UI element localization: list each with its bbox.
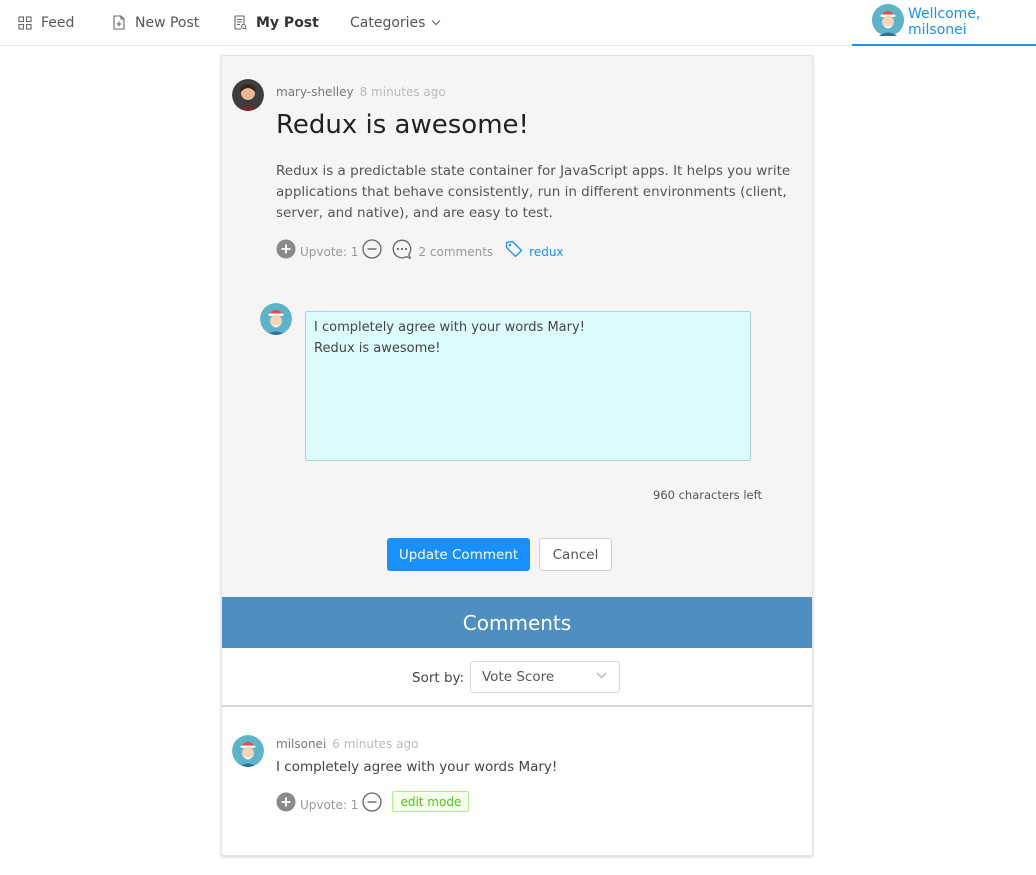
edit-mode-badge: edit mode [392, 791, 470, 812]
top-nav: Feed New Post My Post Categories Wellcom… [0, 0, 1036, 46]
sort-select[interactable]: Vote Score [470, 661, 620, 693]
comment-avatar [232, 735, 264, 767]
comment-time: 6 minutes ago [332, 737, 419, 751]
minus-circle-icon[interactable] [362, 791, 383, 812]
post-body: Redux is a predictable state container f… [276, 163, 791, 221]
nav-my-post[interactable]: My Post [233, 0, 319, 45]
post-comments-count[interactable]: 2 comments [418, 245, 493, 259]
welcome-label: Wellcome, milsonei [908, 6, 981, 38]
plus-circle-icon[interactable] [276, 792, 296, 812]
post-time: 8 minutes ago [359, 85, 446, 99]
author-avatar [232, 79, 264, 111]
tag-icon [506, 240, 523, 257]
update-comment-button[interactable]: Update Comment [387, 538, 530, 571]
post-area: mary-shelley 8 minutes ago Redux is aweso… [222, 56, 812, 597]
post-actions: Upvote: 1 2 comments redux [276, 238, 564, 259]
nav-categories-label: Categories [350, 14, 426, 31]
user-avatar [872, 4, 904, 40]
plus-circle-icon[interactable] [276, 239, 296, 259]
nav-new-post[interactable]: New Post [112, 0, 199, 45]
comment-textarea[interactable] [305, 311, 751, 461]
comment-upvote-label: Upvote: 1 [300, 797, 359, 812]
nav-categories[interactable]: Categories [350, 0, 441, 45]
post-upvote-label: Upvote: 1 [300, 244, 359, 259]
new-post-icon [113, 15, 125, 30]
chars-left: 960 characters left [653, 488, 762, 502]
post-title: Redux is awesome! [276, 110, 529, 140]
sort-select-value: Vote Score [482, 669, 555, 685]
nav-feed[interactable]: Feed [18, 0, 74, 45]
nav-feed-label: Feed [41, 14, 75, 31]
comment-actions: Upvote: 1 edit mode [276, 791, 470, 812]
sort-label: Sort by: [412, 670, 465, 686]
post-tag[interactable]: redux [505, 238, 564, 259]
my-post-icon [234, 15, 247, 30]
post-meta: mary-shelley 8 minutes ago [276, 85, 446, 99]
feed-icon [18, 15, 32, 30]
comment-icon[interactable] [392, 239, 412, 259]
editor-avatar [260, 303, 292, 335]
comment-text: I completely agree with your words Mary! [276, 759, 558, 775]
sort-row: Sort by: Vote Score [222, 648, 812, 707]
post-tag-label: redux [529, 245, 564, 259]
comment-author[interactable]: milsonei [276, 737, 326, 751]
comments-header: Comments [222, 597, 812, 648]
post-author[interactable]: mary-shelley [276, 85, 354, 99]
cancel-button[interactable]: Cancel [539, 538, 612, 571]
comment-meta: milsonei 6 minutes ago [276, 737, 418, 751]
minus-circle-icon[interactable] [362, 238, 383, 259]
chevron-down-icon [596, 672, 607, 679]
post-card: mary-shelley 8 minutes ago Redux is aweso… [221, 55, 813, 856]
nav-user-menu[interactable]: Wellcome, milsonei [852, 0, 1036, 46]
chevron-down-icon [432, 20, 441, 26]
nav-my-post-label: My Post [256, 14, 319, 31]
nav-new-post-label: New Post [135, 14, 200, 31]
